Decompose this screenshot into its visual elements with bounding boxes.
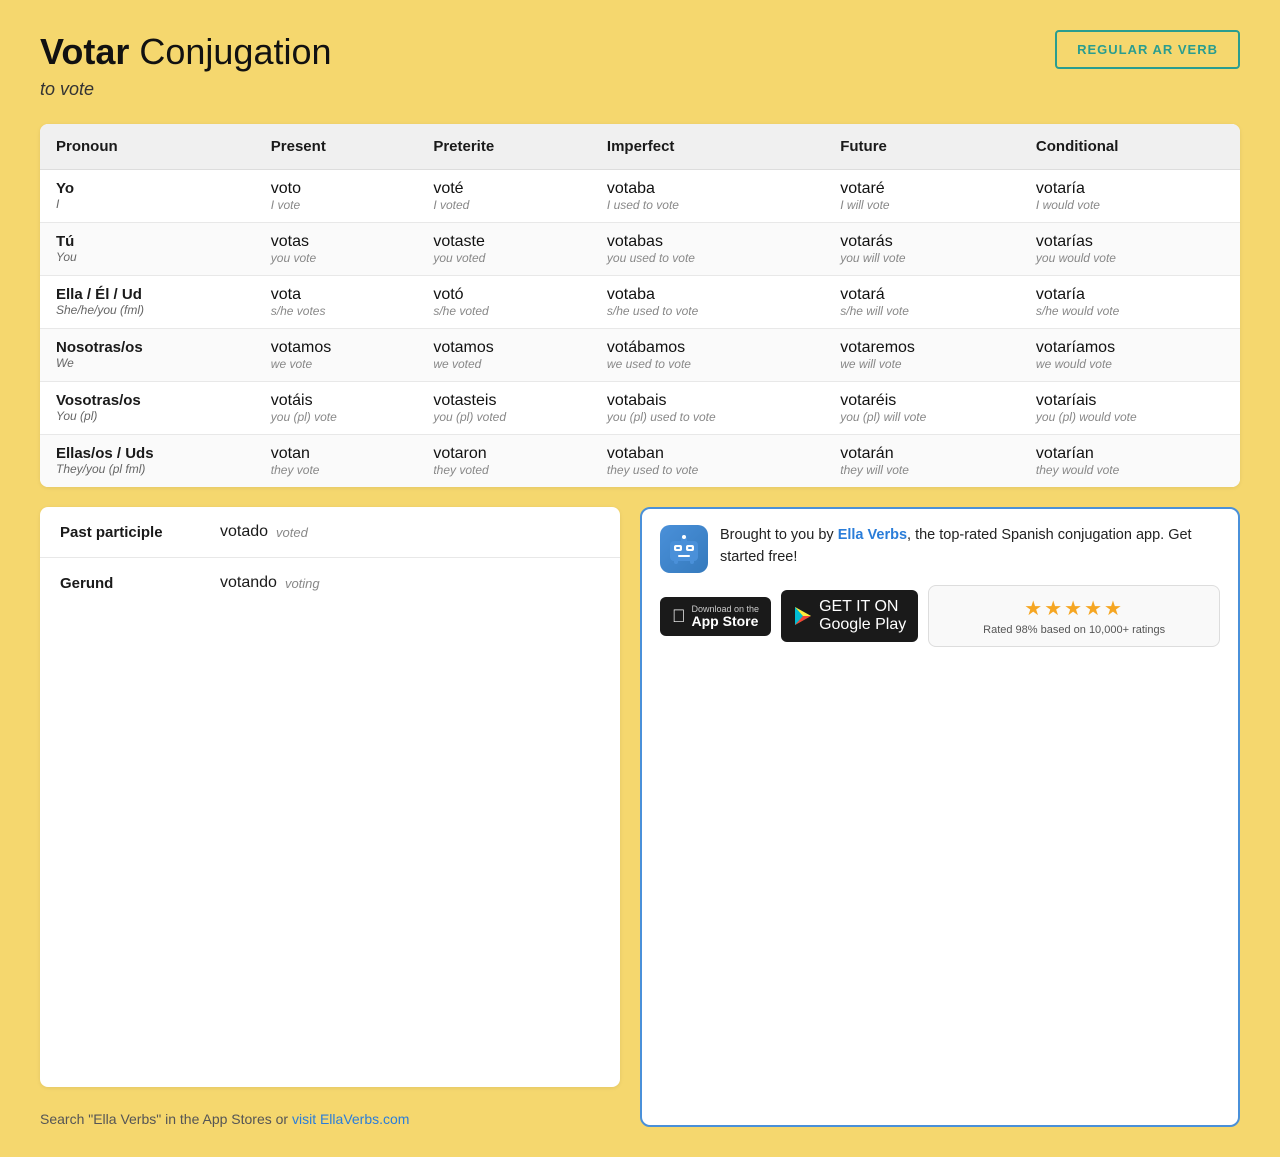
cell-conditional: votaríaisyou (pl) would vote — [1020, 382, 1240, 435]
cell-present: votasyou vote — [255, 223, 418, 276]
cell-present: votanthey vote — [255, 435, 418, 488]
cell-imperfect: votabaI used to vote — [591, 170, 824, 223]
cell-preterite: votós/he voted — [417, 276, 591, 329]
participle-box: Past participle votado voted Gerund vota… — [40, 507, 620, 1087]
title-block: Votar Conjugation to vote — [40, 30, 332, 100]
google-play-text: GET IT ON Google Play — [819, 598, 906, 634]
ella-verbs-link[interactable]: Ella Verbs — [838, 527, 907, 543]
col-header-preterite: Preterite — [417, 124, 591, 170]
verb-badge: REGULAR AR VERB — [1055, 30, 1240, 69]
star-rating: ★★★★★ — [943, 596, 1205, 621]
visit-link[interactable]: visit EllaVerbs.com — [292, 1111, 409, 1127]
cell-preterite: votaronthey voted — [417, 435, 591, 488]
cell-preterite: votamoswe voted — [417, 329, 591, 382]
cell-future: votaremoswe will vote — [824, 329, 1020, 382]
table-row: Ella / Él / UdShe/he/you (fml)votas/he v… — [40, 276, 1240, 329]
cell-conditional: votaríaI would vote — [1020, 170, 1240, 223]
past-participle-row: Past participle votado voted — [40, 507, 620, 558]
cell-future: votarásyou will vote — [824, 223, 1020, 276]
col-header-future: Future — [824, 124, 1020, 170]
google-play-button[interactable]: GET IT ON Google Play — [781, 590, 918, 642]
table-row: TúYouvotasyou votevotasteyou votedvotaba… — [40, 223, 1240, 276]
cell-present: votamoswe vote — [255, 329, 418, 382]
cell-present: votas/he votes — [255, 276, 418, 329]
table-row: Nosotras/osWevotamoswe votevotamoswe vot… — [40, 329, 1240, 382]
gerund-value: votando — [220, 574, 277, 592]
promo-bottom:  Download on the App Store GET IT ON Go… — [660, 585, 1220, 647]
cell-conditional: votaríanthey would vote — [1020, 435, 1240, 488]
cell-preterite: votéI voted — [417, 170, 591, 223]
table-row: YoIvotoI votevotéI votedvotabaI used to … — [40, 170, 1240, 223]
cell-present: votoI vote — [255, 170, 418, 223]
col-header-pronoun: Pronoun — [40, 124, 255, 170]
cell-preterite: votasteisyou (pl) voted — [417, 382, 591, 435]
cell-pronoun: Ellas/os / UdsThey/you (pl fml) — [40, 435, 255, 488]
past-participle-value: votado — [220, 523, 268, 541]
cell-future: votarás/he will vote — [824, 276, 1020, 329]
cell-imperfect: votábamoswe used to vote — [591, 329, 824, 382]
cell-preterite: votasteyou voted — [417, 223, 591, 276]
promo-box: Brought to you by Ella Verbs, the top-ra… — [640, 507, 1240, 1127]
cell-future: votaréisyou (pl) will vote — [824, 382, 1020, 435]
cell-imperfect: votabas/he used to vote — [591, 276, 824, 329]
cell-imperfect: votabaisyou (pl) used to vote — [591, 382, 824, 435]
cell-future: votaréI will vote — [824, 170, 1020, 223]
gerund-trans: voting — [285, 576, 320, 591]
cell-imperfect: votabasyou used to vote — [591, 223, 824, 276]
page-header: Votar Conjugation to vote REGULAR AR VER… — [40, 30, 1240, 100]
cell-conditional: votaríasyou would vote — [1020, 223, 1240, 276]
search-text: Search "Ella Verbs" in the App Stores or… — [40, 1111, 620, 1127]
participle-section: Past participle votado voted Gerund vota… — [40, 507, 620, 1127]
google-play-icon — [793, 606, 813, 626]
page-title: Votar Conjugation — [40, 30, 332, 73]
col-header-present: Present — [255, 124, 418, 170]
app-store-text: Download on the App Store — [692, 605, 760, 628]
cell-future: votaránthey will vote — [824, 435, 1020, 488]
app-store-button[interactable]:  Download on the App Store — [660, 597, 771, 636]
gerund-label: Gerund — [60, 575, 220, 592]
table-header-row: Pronoun Present Preterite Imperfect Futu… — [40, 124, 1240, 170]
table-row: Vosotras/osYou (pl)votáisyou (pl) votevo… — [40, 382, 1240, 435]
gerund-row: Gerund votando voting — [40, 558, 620, 608]
cell-conditional: votarías/he would vote — [1020, 276, 1240, 329]
bottom-section: Past participle votado voted Gerund vota… — [40, 507, 1240, 1127]
promo-top: Brought to you by Ella Verbs, the top-ra… — [660, 525, 1220, 573]
past-participle-trans: voted — [276, 525, 308, 540]
apple-icon:  — [672, 607, 686, 625]
col-header-conditional: Conditional — [1020, 124, 1240, 170]
subtitle: to vote — [40, 79, 332, 100]
conjugation-table: Pronoun Present Preterite Imperfect Futu… — [40, 124, 1240, 487]
cell-pronoun: Nosotras/osWe — [40, 329, 255, 382]
cell-pronoun: TúYou — [40, 223, 255, 276]
rating-box: ★★★★★ Rated 98% based on 10,000+ ratings — [928, 585, 1220, 647]
rating-text: Rated 98% based on 10,000+ ratings — [943, 624, 1205, 636]
table-row: Ellas/os / UdsThey/you (pl fml)votanthey… — [40, 435, 1240, 488]
ella-verbs-icon — [660, 525, 708, 573]
cell-conditional: votaríamoswe would vote — [1020, 329, 1240, 382]
past-participle-label: Past participle — [60, 524, 220, 541]
promo-description: Brought to you by Ella Verbs, the top-ra… — [720, 525, 1220, 569]
col-header-imperfect: Imperfect — [591, 124, 824, 170]
cell-imperfect: votabanthey used to vote — [591, 435, 824, 488]
cell-present: votáisyou (pl) vote — [255, 382, 418, 435]
cell-pronoun: Vosotras/osYou (pl) — [40, 382, 255, 435]
cell-pronoun: YoI — [40, 170, 255, 223]
cell-pronoun: Ella / Él / UdShe/he/you (fml) — [40, 276, 255, 329]
